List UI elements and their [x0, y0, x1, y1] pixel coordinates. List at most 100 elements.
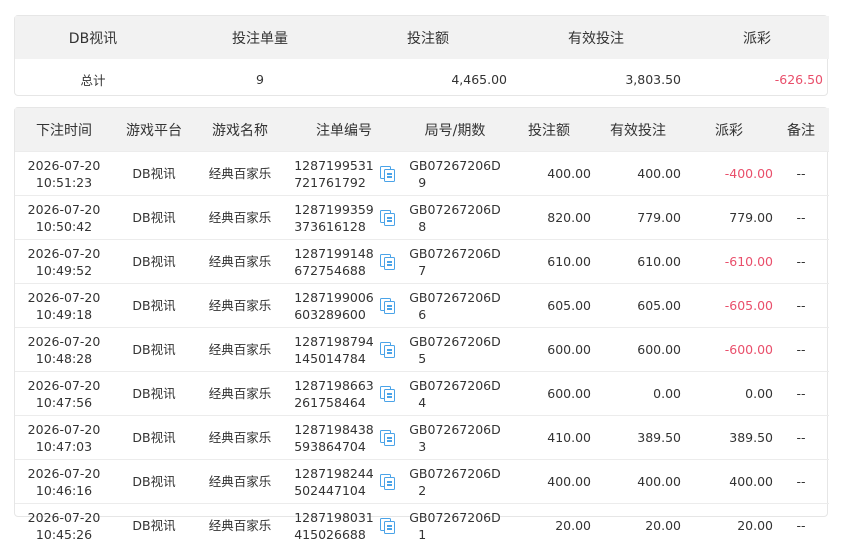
- payout-cell: 389.50: [685, 416, 773, 460]
- order-number-part2: 502447104: [294, 483, 366, 498]
- valid-bet-cell: 400.00: [591, 152, 685, 196]
- summary-total-row: 总计 9 4,465.00 3,803.50 -626.50: [15, 59, 829, 100]
- copy-icon[interactable]: [380, 342, 394, 357]
- order-number-part2: 721761792: [294, 175, 366, 190]
- round-number-part2: 6: [409, 307, 426, 322]
- copy-icon[interactable]: [380, 430, 394, 445]
- order-number: 1287199148 672754688: [294, 245, 374, 279]
- platform-cell: DB视讯: [113, 416, 195, 460]
- remark-cell: --: [773, 196, 829, 240]
- header-bet-time: 下注时间: [15, 108, 113, 152]
- table-row: 2026-07-20 10:50:42 DB视讯 经典百家乐 128719935…: [15, 196, 829, 240]
- round-number-part1: GB07267206D: [409, 466, 501, 481]
- game-name-cell: 经典百家乐: [195, 152, 285, 196]
- round-number-part2: 8: [409, 219, 426, 234]
- game-name-cell: 经典百家乐: [195, 328, 285, 372]
- order-number-part2: 672754688: [294, 263, 366, 278]
- remark-cell: --: [773, 460, 829, 504]
- summary-payout: -626.50: [685, 59, 829, 100]
- payout-cell: 779.00: [685, 196, 773, 240]
- order-number: 1287199359 373616128: [294, 201, 374, 235]
- order-number-part2: 415026688: [294, 527, 366, 542]
- header-bet-amount: 投注额: [507, 108, 591, 152]
- bet-date: 2026-07-20: [28, 202, 101, 217]
- round-number-cell: GB07267206D 1: [403, 504, 507, 547]
- bet-time: 10:47:03: [36, 439, 92, 454]
- order-number-part2: 373616128: [294, 219, 366, 234]
- valid-bet-cell: 779.00: [591, 196, 685, 240]
- copy-icon[interactable]: [380, 298, 394, 313]
- bet-time-cell: 2026-07-20 10:46:16: [15, 460, 113, 504]
- round-number-part2: 9: [409, 175, 426, 190]
- round-number-part2: 7: [409, 263, 426, 278]
- round-number-part2: 2: [409, 483, 426, 498]
- order-number-part2: 603289600: [294, 307, 366, 322]
- remark-cell: --: [773, 240, 829, 284]
- round-number-cell: GB07267206D 4: [403, 372, 507, 416]
- order-number-part2: 145014784: [294, 351, 366, 366]
- records-body: 2026-07-20 10:51:23 DB视讯 经典百家乐 128719953…: [15, 152, 829, 547]
- header-remark: 备注: [773, 108, 829, 152]
- round-number-part2: 4: [409, 395, 426, 410]
- bet-amount-cell: 400.00: [507, 460, 591, 504]
- summary-bet-amount: 4,465.00: [349, 59, 507, 100]
- copy-icon[interactable]: [380, 474, 394, 489]
- header-valid-bet: 有效投注: [591, 108, 685, 152]
- bet-time: 10:49:52: [36, 263, 92, 278]
- payout-cell: -600.00: [685, 328, 773, 372]
- game-name-cell: 经典百家乐: [195, 196, 285, 240]
- round-number-part1: GB07267206D: [409, 378, 501, 393]
- round-number: GB07267206D 5: [409, 333, 501, 367]
- order-number-cell: 1287199006 603289600: [285, 284, 403, 328]
- bet-time-cell: 2026-07-20 10:51:23: [15, 152, 113, 196]
- summary-header-bet-amount: 投注额: [349, 16, 507, 59]
- bet-date: 2026-07-20: [28, 246, 101, 261]
- round-number-part1: GB07267206D: [409, 422, 501, 437]
- copy-icon[interactable]: [380, 166, 394, 181]
- order-number-part1: 1287198244: [294, 466, 374, 481]
- bet-time-cell: 2026-07-20 10:47:03: [15, 416, 113, 460]
- round-number-cell: GB07267206D 7: [403, 240, 507, 284]
- platform-cell: DB视讯: [113, 240, 195, 284]
- order-number-part1: 1287199531: [294, 158, 374, 173]
- platform-cell: DB视讯: [113, 196, 195, 240]
- copy-icon[interactable]: [380, 386, 394, 401]
- header-order-number: 注单编号: [285, 108, 403, 152]
- round-number: GB07267206D 3: [409, 421, 501, 455]
- valid-bet-cell: 20.00: [591, 504, 685, 547]
- remark-cell: --: [773, 152, 829, 196]
- bet-date: 2026-07-20: [28, 158, 101, 173]
- round-number: GB07267206D 6: [409, 289, 501, 323]
- bet-time-cell: 2026-07-20 10:45:26: [15, 504, 113, 547]
- copy-icon[interactable]: [380, 210, 394, 225]
- bet-time-cell: 2026-07-20 10:50:42: [15, 196, 113, 240]
- remark-cell: --: [773, 372, 829, 416]
- round-number-part2: 1: [409, 527, 426, 542]
- bet-amount-cell: 20.00: [507, 504, 591, 547]
- platform-cell: DB视讯: [113, 460, 195, 504]
- summary-header-payout: 派彩: [685, 16, 829, 59]
- valid-bet-cell: 600.00: [591, 328, 685, 372]
- bet-amount-cell: 400.00: [507, 152, 591, 196]
- bet-time: 10:46:16: [36, 483, 92, 498]
- round-number: GB07267206D 7: [409, 245, 501, 279]
- round-number: GB07267206D 2: [409, 465, 501, 499]
- order-number: 1287198031 415026688: [294, 509, 374, 543]
- round-number-cell: GB07267206D 3: [403, 416, 507, 460]
- round-number-cell: GB07267206D 2: [403, 460, 507, 504]
- order-number-cell: 1287199531 721761792: [285, 152, 403, 196]
- bet-date: 2026-07-20: [28, 290, 101, 305]
- bet-time-cell: 2026-07-20 10:48:28: [15, 328, 113, 372]
- order-number-part1: 1287199006: [294, 290, 374, 305]
- copy-icon[interactable]: [380, 254, 394, 269]
- bet-time: 10:51:23: [36, 175, 92, 190]
- order-number: 1287198663 261758464: [294, 377, 374, 411]
- order-number-part1: 1287199359: [294, 202, 374, 217]
- bet-amount-cell: 600.00: [507, 328, 591, 372]
- payout-cell: -400.00: [685, 152, 773, 196]
- copy-icon[interactable]: [380, 518, 394, 533]
- bet-time: 10:47:56: [36, 395, 92, 410]
- platform-cell: DB视讯: [113, 372, 195, 416]
- payout-cell: 20.00: [685, 504, 773, 547]
- order-number-cell: 1287199359 373616128: [285, 196, 403, 240]
